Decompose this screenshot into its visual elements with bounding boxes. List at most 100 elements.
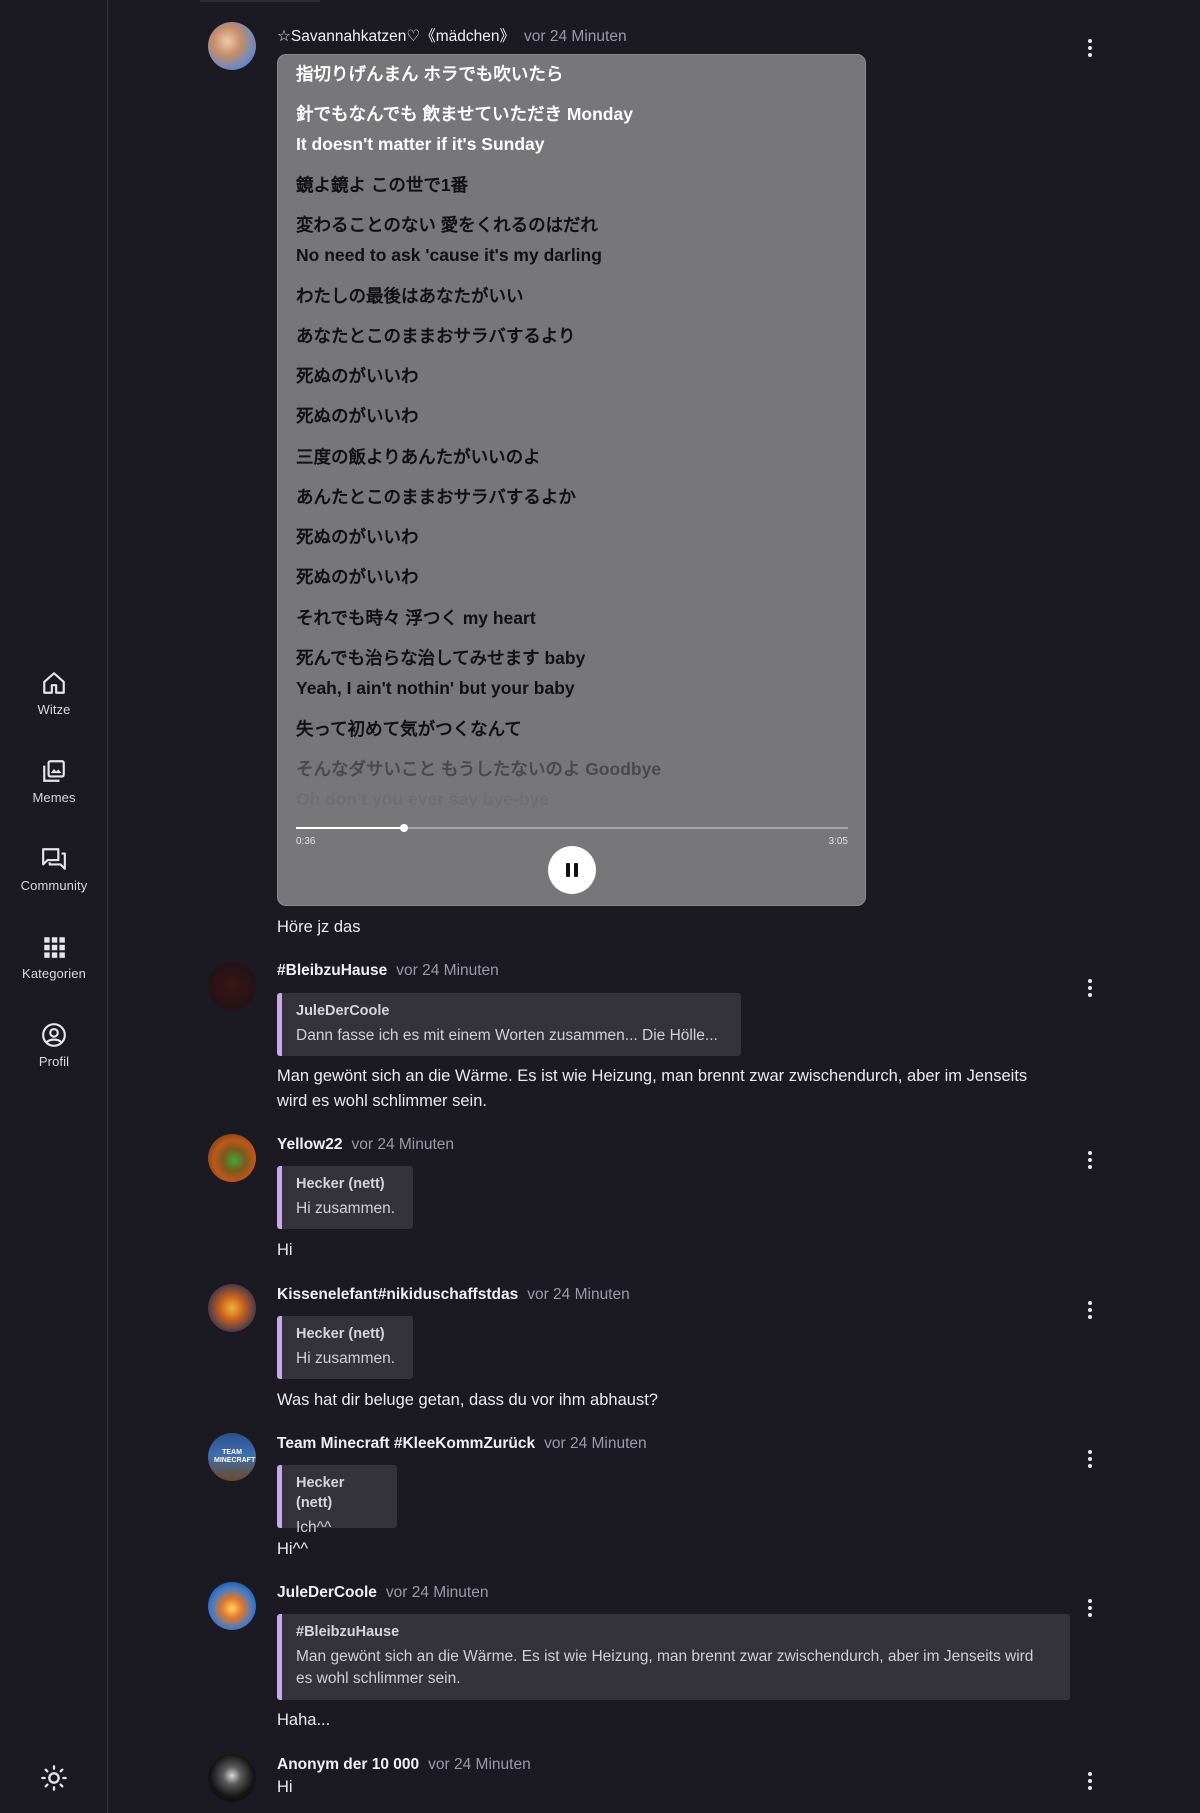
lyrics-card: 指切りげんまん ホラでも吹いたら 針でもなんでも 飲ませていただき Monday… bbox=[277, 54, 866, 906]
quoted-reply[interactable]: #BleibzuHause Man gewönt sich an die Wär… bbox=[277, 1614, 1070, 1700]
quoted-reply[interactable]: Hecker (nett) Hi zusammen. bbox=[277, 1166, 413, 1229]
post: Kissenelefant#nikiduschaffstdas vor 24 Mi… bbox=[208, 1283, 1108, 1413]
lyric-line: わたしの最後はあなたがいい bbox=[296, 286, 524, 306]
more-options-button[interactable] bbox=[1080, 976, 1100, 1000]
quote-text: Hi zusammen. bbox=[296, 1200, 396, 1217]
post-username[interactable]: Team Minecraft #KleeKommZurück bbox=[277, 1435, 535, 1452]
post-header: #BleibzuHause vor 24 Minuten bbox=[277, 962, 499, 980]
more-options-button[interactable] bbox=[1080, 1148, 1100, 1172]
more-options-button[interactable] bbox=[1080, 1447, 1100, 1471]
post-header: Team Minecraft #KleeKommZurück vor 24 Min… bbox=[277, 1435, 647, 1453]
total-time: 3:05 bbox=[828, 836, 848, 847]
post-time: vor 24 Minuten bbox=[524, 28, 627, 45]
lyric-line: No need to ask 'cause it's my darling bbox=[296, 245, 602, 265]
sidebar-item-kategorien[interactable]: Kategorien bbox=[0, 926, 108, 998]
post-username[interactable]: ☆Savannahkatzen♡《mädchen》 bbox=[277, 28, 515, 45]
pause-icon-bar bbox=[574, 863, 578, 877]
post-time: vor 24 Minuten bbox=[428, 1756, 531, 1773]
post-text: Hi bbox=[277, 1778, 293, 1796]
post-time: vor 24 Minuten bbox=[396, 962, 499, 979]
quote-text-line: Man gewönt sich an die Wärme. Es ist wie… bbox=[296, 1648, 1034, 1665]
sidebar-item-memes[interactable]: Memes bbox=[0, 750, 108, 822]
post: Anonym der 10 000 vor 24 Minuten Hi bbox=[208, 1753, 1108, 1813]
lyric-line: 死ぬのがいいわ bbox=[296, 406, 419, 426]
avatar[interactable] bbox=[208, 1754, 256, 1802]
quote-username: JuleDerCoole bbox=[296, 1003, 390, 1019]
post-time: vor 24 Minuten bbox=[385, 1584, 489, 1601]
post-time: vor 24 Minuten bbox=[351, 1136, 455, 1153]
post-text-line: Man gewönt sich an die Wärme. Es ist wie… bbox=[277, 1067, 1028, 1085]
lyric-line: それでも時々 浮つく my heart bbox=[296, 608, 536, 628]
quoted-reply[interactable]: Hecker (nett) Hi zusammen. bbox=[277, 1316, 413, 1379]
post-time: vor 24 Minuten bbox=[544, 1435, 647, 1452]
quote-text: Dann fasse ich es mit einem Worten zusam… bbox=[296, 1027, 718, 1044]
post-text: Höre jz das bbox=[277, 918, 361, 936]
avatar[interactable] bbox=[208, 1284, 256, 1332]
post-text-line: wird es wohl schlimmer sein. bbox=[277, 1092, 487, 1110]
profile-icon bbox=[41, 1022, 67, 1048]
post-text: Haha... bbox=[277, 1711, 331, 1729]
quote-text: Hi zusammen. bbox=[296, 1350, 396, 1367]
post-header: ☆Savannahkatzen♡《mädchen》 vor 24 Minuten bbox=[277, 24, 627, 46]
lyric-line: あんたとこのままおサラバするよか bbox=[296, 487, 576, 507]
post-text: Was hat dir beluge getan, dass du vor ih… bbox=[277, 1391, 658, 1409]
post-header: JuleDerCoole vor 24 Minuten bbox=[277, 1584, 488, 1602]
post-username[interactable]: Anonym der 10 000 bbox=[277, 1756, 419, 1773]
avatar-text: TEAM MINECRAFT bbox=[214, 1449, 256, 1464]
post-username[interactable]: Kissenelefant#nikiduschaffstdas bbox=[277, 1286, 518, 1303]
post: #BleibzuHause vor 24 Minuten JuleDerCoole… bbox=[208, 958, 1108, 1118]
pause-button[interactable] bbox=[548, 846, 596, 894]
avatar[interactable]: TEAM MINECRAFT bbox=[208, 1433, 256, 1481]
post-username[interactable]: Yellow22 bbox=[277, 1136, 342, 1153]
post-username[interactable]: #BleibzuHause bbox=[277, 962, 387, 979]
grid-icon bbox=[41, 934, 67, 960]
quote-username: #BleibzuHause bbox=[296, 1624, 400, 1640]
lyric-line: 死ぬのがいいわ bbox=[296, 567, 419, 587]
post: JuleDerCoole vor 24 Minuten #BleibzuHause… bbox=[208, 1581, 1108, 1731]
avatar[interactable] bbox=[208, 1582, 256, 1630]
lyric-line: 死ぬのがいいわ bbox=[296, 366, 419, 386]
post-username[interactable]: JuleDerCoole bbox=[277, 1584, 377, 1601]
lyric-line: Yeah, I ain't nothin' but your baby bbox=[296, 678, 575, 698]
more-options-button[interactable] bbox=[1080, 1769, 1100, 1793]
progress-fill bbox=[296, 827, 404, 829]
lyric-line: 鏡よ鏡よ この世で1番 bbox=[296, 175, 469, 195]
theme-toggle-button[interactable] bbox=[40, 1764, 68, 1792]
lyric-line: 変わることのない 愛をくれるのはだれ bbox=[296, 215, 598, 235]
quote-text-line: es wohl schlimmer sein. bbox=[296, 1670, 461, 1687]
avatar[interactable] bbox=[208, 22, 256, 70]
lyric-line: あなたとこのままおサラバするより bbox=[296, 326, 576, 346]
avatar[interactable] bbox=[208, 1134, 256, 1182]
quoted-reply[interactable]: Hecker (nett) Ich^^ bbox=[277, 1465, 397, 1536]
sidebar-item-witze[interactable]: Witze bbox=[0, 662, 108, 734]
lyric-line: 針でもなんでも 飲ませていただき Monday bbox=[296, 104, 633, 124]
sidebar-item-label: Memes bbox=[32, 790, 76, 805]
more-options-button[interactable] bbox=[1080, 1298, 1100, 1322]
quote-text: Man gewönt sich an die Wärme. Es ist wie… bbox=[296, 1646, 1056, 1690]
sidebar-item-community[interactable]: Community bbox=[0, 838, 108, 910]
more-options-button[interactable] bbox=[1080, 1596, 1100, 1620]
quoted-reply[interactable]: JuleDerCoole Dann fasse ich es mit einem… bbox=[277, 993, 741, 1056]
post: TEAM MINECRAFT Team Minecraft #KleeKommZ… bbox=[208, 1432, 1108, 1562]
post-text: Man gewönt sich an die Wärme. Es ist wie… bbox=[277, 1064, 1097, 1114]
progress-handle[interactable] bbox=[399, 824, 408, 832]
avatar[interactable] bbox=[208, 962, 256, 1010]
lyric-line: 死ぬのがいいわ bbox=[296, 527, 419, 547]
sidebar-item-label: Witze bbox=[37, 702, 71, 717]
more-options-button[interactable] bbox=[1080, 36, 1100, 60]
post-header: Anonym der 10 000 vor 24 Minuten bbox=[277, 1756, 531, 1774]
sidebar-item-label: Kategorien bbox=[22, 966, 86, 981]
sidebar-item-profil[interactable]: Profil bbox=[0, 1014, 108, 1086]
lyric-line: そんなダサいこと もうしたないのよ Goodbye bbox=[296, 759, 662, 779]
current-time: 0:36 bbox=[296, 836, 316, 847]
progress-bar[interactable] bbox=[296, 824, 848, 832]
chat-icon bbox=[41, 846, 67, 872]
quote-username: Hecker (nett) bbox=[296, 1176, 385, 1192]
lyric-line: 指切りげんまん ホラでも吹いたら bbox=[296, 64, 564, 84]
quote-text: Ich^^ bbox=[296, 1519, 332, 1536]
post-header: Kissenelefant#nikiduschaffstdas vor 24 Mi… bbox=[277, 1286, 630, 1304]
post-text: Hi^^ bbox=[277, 1540, 309, 1558]
post-time: vor 24 Minuten bbox=[527, 1286, 630, 1303]
lyric-line: Oh don't you ever say bye-bye bbox=[296, 789, 550, 809]
sidebar-item-label: Profil bbox=[38, 1054, 70, 1069]
